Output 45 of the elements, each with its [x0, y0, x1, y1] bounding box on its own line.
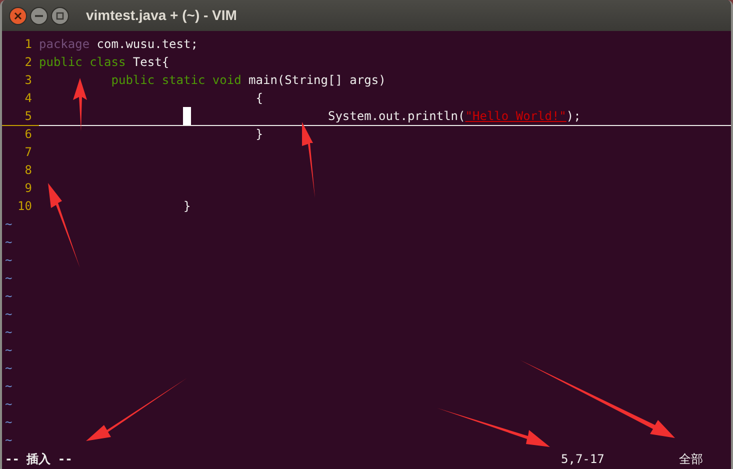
code-text: }: [254, 126, 263, 143]
empty-line-tilde: ~: [5, 433, 12, 447]
minimize-icon: [35, 14, 43, 16]
cursor-position: 5,7-17: [561, 451, 606, 468]
line-number: 7: [24, 144, 33, 161]
empty-line-tilde: ~: [5, 307, 12, 321]
code-text: Test{: [132, 54, 170, 71]
close-icon: [14, 12, 22, 20]
line-number: 4: [24, 90, 33, 107]
code-text: );: [566, 108, 581, 125]
code-text: com.wusu.test;: [96, 36, 198, 53]
empty-line-tilde: ~: [5, 253, 12, 267]
maximize-icon: [56, 12, 64, 20]
line-number: 1: [24, 36, 33, 53]
empty-line-tilde: ~: [5, 289, 12, 303]
close-button[interactable]: [9, 6, 27, 24]
line-number: 9: [24, 180, 33, 197]
window-title: vimtest.java + (~) - VIM: [86, 6, 237, 25]
code-text: {: [254, 90, 263, 107]
line-number: 2: [24, 54, 33, 71]
empty-line-tilde: ~: [5, 271, 12, 285]
empty-line-tilde: ~: [5, 397, 12, 411]
minimize-button[interactable]: [30, 6, 48, 24]
keyword: public static void: [110, 72, 242, 89]
maximize-button[interactable]: [51, 6, 69, 24]
empty-line-tilde: ~: [5, 235, 12, 249]
mode-indicator: -- 插入 --: [5, 451, 74, 468]
keyword: public class: [39, 54, 126, 71]
line-number: 3: [24, 72, 33, 89]
empty-line-tilde: ~: [5, 415, 12, 429]
empty-line-tilde: ~: [5, 217, 12, 231]
line-number: 8: [24, 162, 33, 179]
scroll-indicator: 全部: [679, 451, 703, 468]
empty-line-tilde: ~: [5, 343, 12, 357]
keyword: package: [39, 36, 90, 53]
line-number: 5: [2, 107, 39, 126]
line-number: 10: [16, 198, 33, 215]
empty-line-tilde: ~: [5, 361, 12, 375]
empty-line-tilde: ~: [5, 325, 12, 339]
code-text: }: [182, 198, 191, 215]
string-literal: "Hello World!": [465, 108, 566, 125]
line-number: 6: [24, 126, 33, 143]
code-text: main(String[] args): [248, 72, 386, 89]
code-text: System.out.println(: [326, 108, 466, 125]
empty-line-tilde: ~: [5, 379, 12, 393]
